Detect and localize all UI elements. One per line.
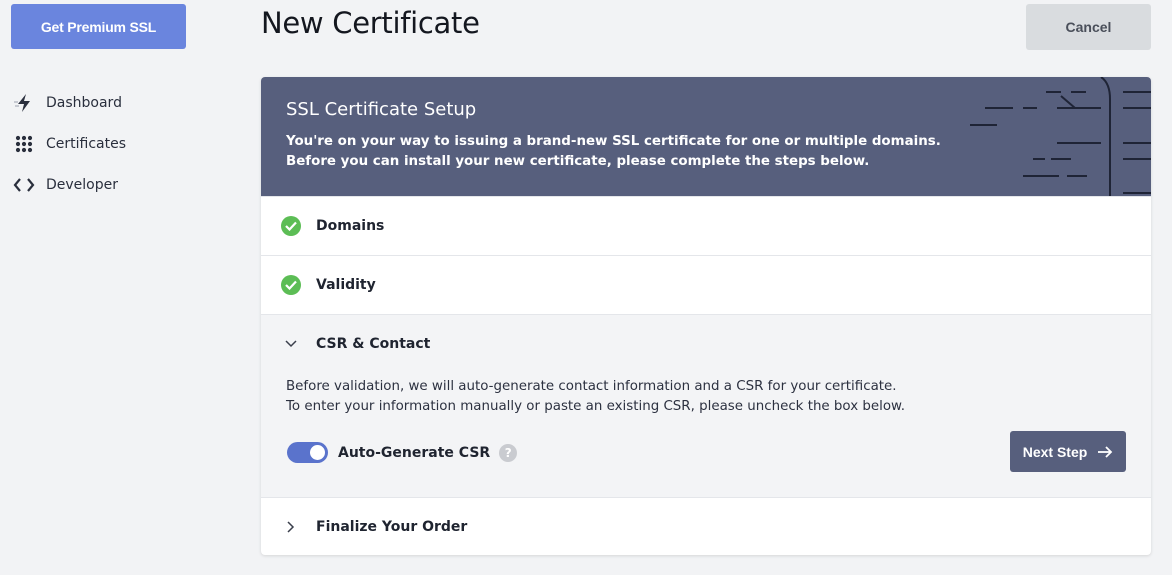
banner-line-2: Before you can install your new certific…: [286, 154, 870, 169]
banner-decoration-icon: [970, 77, 1151, 196]
check-icon: [281, 216, 301, 236]
sidebar-item-label: Developer: [46, 176, 119, 193]
csr-line-2: To enter your information manually or pa…: [286, 399, 906, 414]
sidebar-item-certificates[interactable]: Certificates: [12, 123, 126, 164]
sidebar-item-label: Certificates: [46, 135, 127, 152]
help-icon[interactable]: ?: [499, 443, 518, 462]
csr-line-1: Before validation, we will auto-generate…: [286, 379, 897, 394]
auto-generate-row: Auto-Generate CSR ?: [287, 442, 518, 463]
step-label: CSR & Contact: [316, 336, 431, 352]
banner-title: SSL Certificate Setup: [286, 99, 477, 120]
next-step-button[interactable]: Next Step: [1010, 431, 1126, 472]
code-brackets-icon: [12, 173, 36, 197]
sidebar-nav: Dashboard Certificates Developer: [12, 82, 126, 205]
step-label: Domains: [316, 218, 385, 234]
check-icon: [281, 275, 301, 295]
step-finalize-order[interactable]: Finalize Your Order: [261, 497, 1151, 555]
sidebar-item-developer[interactable]: Developer: [12, 164, 126, 205]
step-label: Finalize Your Order: [316, 518, 468, 535]
lightning-icon: [12, 91, 36, 115]
step-domains[interactable]: Domains: [261, 196, 1151, 255]
step-validity[interactable]: Validity: [261, 255, 1151, 314]
toggle-knob: [310, 445, 325, 460]
banner-description: You're on your way to issuing a brand-ne…: [286, 132, 941, 172]
banner-line-1: You're on your way to issuing a brand-ne…: [286, 134, 941, 149]
csr-description: Before validation, we will auto-generate…: [286, 377, 905, 417]
arrow-right-icon: [1098, 445, 1113, 458]
sidebar-item-label: Dashboard: [46, 94, 122, 111]
chevron-down-icon: [281, 334, 301, 354]
page-title: New Certificate: [261, 6, 480, 40]
auto-generate-csr-toggle[interactable]: [287, 442, 328, 463]
chevron-right-icon: [281, 517, 301, 537]
certificate-setup-card: SSL Certificate Setup You're on your way…: [261, 77, 1151, 555]
grid-dots-icon: [12, 132, 36, 156]
cancel-button[interactable]: Cancel: [1026, 4, 1151, 50]
get-premium-ssl-button[interactable]: Get Premium SSL: [11, 4, 186, 49]
setup-banner: SSL Certificate Setup You're on your way…: [261, 77, 1151, 196]
step-csr-header[interactable]: CSR & Contact: [261, 315, 430, 373]
step-csr-contact: CSR & Contact Before validation, we will…: [261, 314, 1151, 497]
auto-generate-label: Auto-Generate CSR: [338, 444, 491, 461]
step-label: Validity: [316, 277, 376, 293]
next-step-label: Next Step: [1022, 443, 1088, 460]
sidebar-item-dashboard[interactable]: Dashboard: [12, 82, 126, 123]
